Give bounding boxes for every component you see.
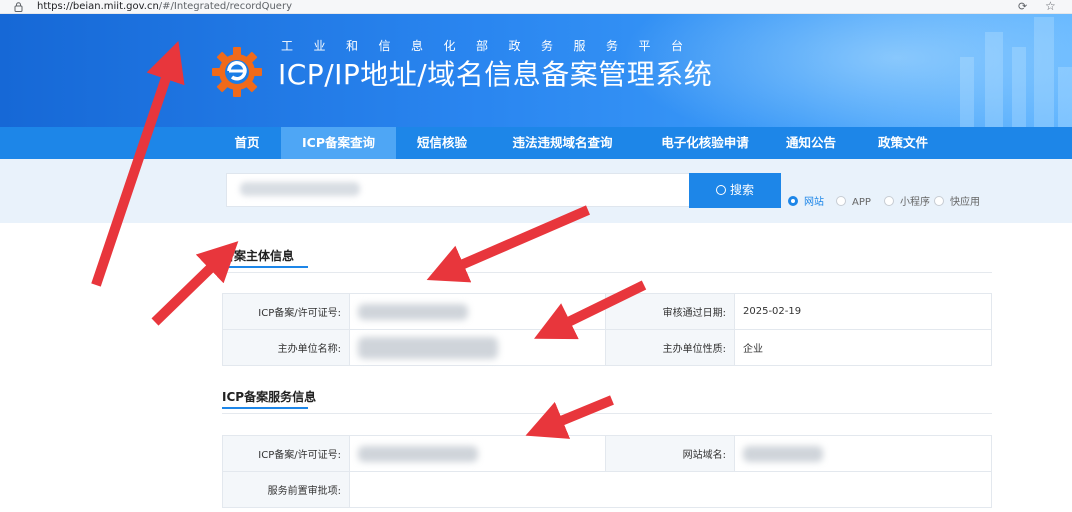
icp-license-label: ICP备案/许可证号: <box>222 293 350 330</box>
redacted-search-text <box>240 182 360 196</box>
nav-item-notices[interactable]: 通知公告 <box>778 127 844 159</box>
pre-approval-label: 服务前置审批项: <box>222 471 350 508</box>
approval-date-label: 审核通过日期: <box>605 293 735 330</box>
table-row: 服务前置审批项: <box>222 471 992 508</box>
radio-website[interactable]: 网站 <box>788 196 824 210</box>
service-section-title: ICP备案服务信息 <box>222 390 317 404</box>
arrow-to-service-license <box>525 395 614 439</box>
main-nav: 首页 ICP备案查询 短信核验 违法违规域名查询 电子化核验申请 通知公告 政策… <box>0 127 1072 159</box>
table-row: 主办单位名称: 主办单位性质: 企业 <box>222 329 992 366</box>
lock-icon <box>14 2 23 12</box>
subject-section-title: 备案主体信息 <box>222 249 295 263</box>
system-title: ICP/IP地址/域名信息备案管理系统 <box>278 58 713 91</box>
radio-dot <box>884 196 894 206</box>
website-domain-value <box>734 435 992 472</box>
nav-item-icp-query[interactable]: ICP备案查询 <box>281 127 396 159</box>
redacted-value <box>358 336 498 359</box>
radio-quick-app[interactable]: 快应用 <box>934 196 980 210</box>
approval-date-value: 2025-02-19 <box>734 293 992 330</box>
browser-address-bar[interactable]: https://beian.miit.gov.cn/#/Integrated/r… <box>0 0 1072 14</box>
header-banner: 工业和信息化部政务服务平台 ICP/IP地址/域名信息备案管理系统 <box>0 14 1072 127</box>
service-icp-license-label: ICP备案/许可证号: <box>222 435 350 472</box>
arrow-to-search-input <box>151 241 239 326</box>
radio-dot <box>788 196 798 206</box>
radio-dot <box>934 196 944 206</box>
redacted-value <box>743 445 823 462</box>
bookmark-star-icon[interactable]: ☆ <box>1045 0 1056 13</box>
nav-item-illegal-domain-query[interactable]: 违法违规域名查询 <box>500 127 625 159</box>
pre-approval-value <box>349 471 992 508</box>
nav-item-sms-verify[interactable]: 短信核验 <box>408 127 476 159</box>
service-icp-license-value <box>349 435 606 472</box>
website-domain-label: 网站域名: <box>605 435 735 472</box>
organizer-name-value <box>349 329 606 366</box>
nav-item-policy-docs[interactable]: 政策文件 <box>868 127 938 159</box>
radio-app[interactable]: APP <box>836 196 871 210</box>
search-button[interactable]: 搜索 <box>689 173 781 208</box>
service-info-table: ICP备案/许可证号: 网站域名: 服务前置审批项: <box>222 435 992 508</box>
radio-mini-program[interactable]: 小程序 <box>884 196 930 210</box>
organizer-type-label: 主办单位性质: <box>605 329 735 366</box>
nav-item-home[interactable]: 首页 <box>222 127 272 159</box>
portal-subtitle: 工业和信息化部政务服务平台 <box>281 39 704 53</box>
address-url[interactable]: https://beian.miit.gov.cn/#/Integrated/r… <box>37 0 292 13</box>
miit-gear-logo-icon <box>212 47 262 97</box>
search-icon <box>715 185 726 195</box>
redacted-value <box>358 445 478 462</box>
url-host: https://beian.miit.gov.cn <box>37 1 159 12</box>
nav-item-electronic-verify[interactable]: 电子化核验申请 <box>645 127 765 159</box>
subject-info-table: ICP备案/许可证号: 审核通过日期: 2025-02-19 主办单位名称: 主… <box>222 293 992 366</box>
url-path: /#/Integrated/recordQuery <box>158 1 292 12</box>
radio-dot <box>836 196 846 206</box>
translate-icon[interactable]: ⟳ <box>1018 0 1027 13</box>
organizer-name-label: 主办单位名称: <box>222 329 350 366</box>
organizer-type-value: 企业 <box>734 329 992 366</box>
table-row: ICP备案/许可证号: 审核通过日期: 2025-02-19 <box>222 293 992 330</box>
redacted-value <box>358 303 468 320</box>
icp-license-value <box>349 293 606 330</box>
table-row: ICP备案/许可证号: 网站域名: <box>222 435 992 472</box>
